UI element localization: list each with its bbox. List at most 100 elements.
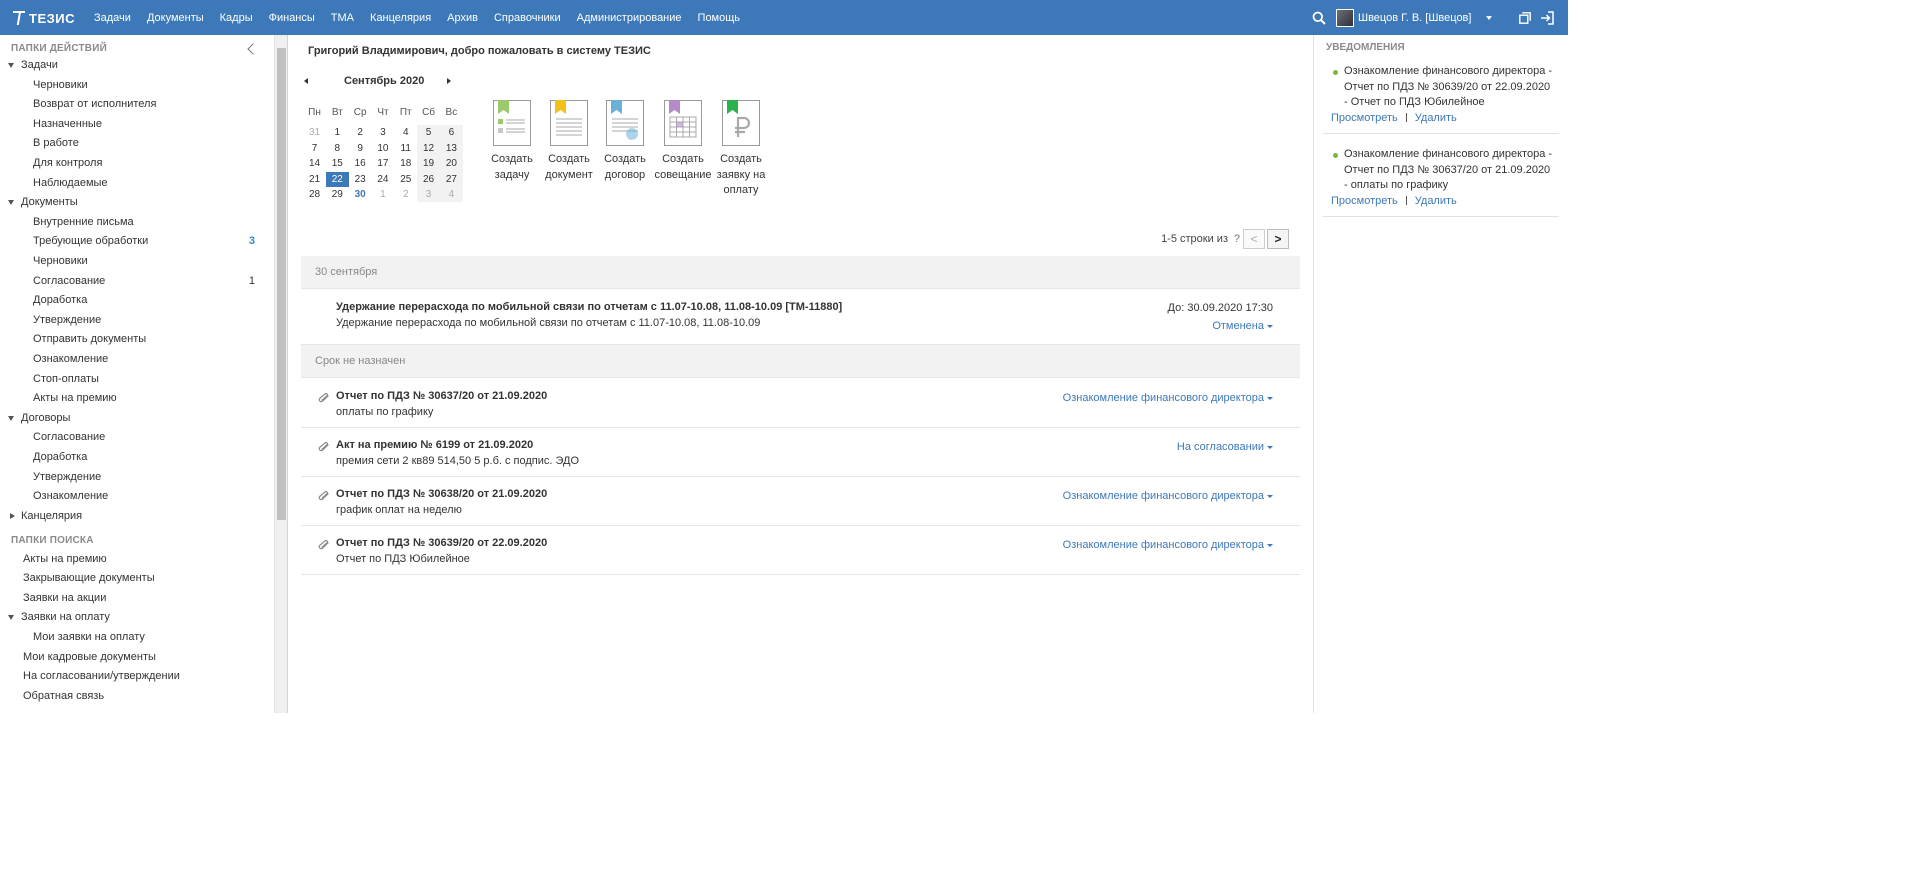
calendar-day[interactable]: 6 xyxy=(439,125,463,141)
folder-item[interactable]: Согласование xyxy=(0,428,262,448)
calendar-day[interactable]: 23 xyxy=(349,172,372,187)
task-title[interactable]: Отчет по ПДЗ № 30639/20 от 22.09.2020 xyxy=(336,537,547,549)
calendar-day[interactable]: 7 xyxy=(303,141,326,156)
folder-item[interactable]: Отправить документы xyxy=(0,330,262,350)
menu-item-7[interactable]: Архив xyxy=(439,0,486,35)
collapse-panel-chevron-left-icon[interactable] xyxy=(247,43,259,55)
folder-item[interactable]: Внутренние письма xyxy=(0,213,262,233)
menu-item-4[interactable]: Финансы xyxy=(261,0,323,35)
task-title[interactable]: Удержание перерасхода по мобильной связи… xyxy=(336,301,842,313)
folder-item[interactable]: Согласование 1 xyxy=(0,272,262,292)
calendar-day[interactable]: 15 xyxy=(326,156,349,171)
calendar-day[interactable]: 26 xyxy=(417,171,441,187)
calendar-day[interactable]: 19 xyxy=(417,156,441,172)
calendar-day[interactable]: 1 xyxy=(326,125,349,140)
folder-group[interactable]: Задачи xyxy=(0,56,262,76)
collapsed-triangle-icon[interactable] xyxy=(10,512,15,519)
menu-item-1[interactable]: Задачи xyxy=(94,0,139,35)
expanded-triangle-icon[interactable] xyxy=(8,200,14,206)
folder-item[interactable]: Ознакомление xyxy=(0,487,262,507)
calendar-day[interactable]: 3 xyxy=(371,125,394,140)
logout-icon[interactable] xyxy=(1540,11,1554,25)
create-action-3-button[interactable]: Создать договор xyxy=(596,100,654,183)
calendar-day[interactable]: 31 xyxy=(303,125,326,140)
pagination-help[interactable]: ? xyxy=(1234,233,1240,245)
notification-view-link[interactable]: Просмотреть xyxy=(1331,112,1398,124)
calendar-day[interactable]: 5 xyxy=(417,125,441,141)
folder-item[interactable]: Назначенные xyxy=(0,115,262,135)
task-title[interactable]: Отчет по ПДЗ № 30637/20 от 21.09.2020 xyxy=(336,390,547,402)
folder-group[interactable]: Заявки на акции xyxy=(0,589,262,609)
folder-item[interactable]: Стоп-оплаты xyxy=(0,370,262,390)
calendar-day[interactable]: 25 xyxy=(394,172,417,187)
create-action-2-button[interactable]: Создать документ xyxy=(540,100,598,183)
app-logo[interactable]: ТЕЗИС xyxy=(12,8,75,28)
pagination-prev-button[interactable]: < xyxy=(1243,229,1265,249)
left-panel-scrollbar[interactable] xyxy=(274,35,288,713)
folder-item[interactable]: Утверждение xyxy=(0,468,262,488)
task-status-dropdown[interactable]: На согласовании xyxy=(1177,441,1273,453)
user-name[interactable]: Швецов Г. В. [Швецов] xyxy=(1358,0,1471,36)
menu-item-8[interactable]: Справочники xyxy=(486,0,569,35)
folder-group[interactable]: Мои кадровые документы xyxy=(0,648,262,668)
pagination-next-button[interactable]: > xyxy=(1267,229,1289,249)
folder-item[interactable]: Возврат от исполнителя xyxy=(0,95,262,115)
folder-item[interactable]: Утверждение xyxy=(0,311,262,331)
calendar-day[interactable]: 27 xyxy=(439,171,463,187)
calendar-prev-month-icon[interactable] xyxy=(304,78,308,84)
folder-item[interactable]: Черновики xyxy=(0,252,262,272)
calendar-day[interactable]: 16 xyxy=(349,156,372,171)
calendar-day[interactable]: 21 xyxy=(303,172,326,187)
calendar-day[interactable]: 12 xyxy=(417,140,441,157)
calendar-day[interactable]: 11 xyxy=(394,141,417,156)
calendar-day[interactable]: 13 xyxy=(439,140,463,157)
menu-item-2[interactable]: Документы xyxy=(139,0,212,35)
notification-text[interactable]: Ознакомление финансового директора - Отч… xyxy=(1344,64,1556,111)
calendar-day[interactable]: 14 xyxy=(303,156,326,171)
calendar-day[interactable]: 2 xyxy=(394,187,417,202)
task-status-dropdown[interactable]: Ознакомление финансового директора xyxy=(1063,392,1273,404)
task-row[interactable]: Отчет по ПДЗ № 30637/20 от 21.09.2020 опл… xyxy=(301,379,1300,428)
task-title[interactable]: Отчет по ПДЗ № 30638/20 от 21.09.2020 xyxy=(336,488,547,500)
task-row[interactable]: Акт на премию № 6199 от 21.09.2020 премия… xyxy=(301,428,1300,477)
folder-item[interactable]: Черновики xyxy=(0,76,262,96)
new-window-icon[interactable] xyxy=(1519,12,1531,24)
notification-delete-link[interactable]: Удалить xyxy=(1415,112,1457,124)
calendar-day[interactable]: 3 xyxy=(417,186,441,203)
calendar-day[interactable]: 17 xyxy=(371,156,394,171)
calendar-day[interactable]: 9 xyxy=(349,141,372,156)
scrollbar-thumb[interactable] xyxy=(277,48,286,520)
notification-view-link[interactable]: Просмотреть xyxy=(1331,195,1398,207)
folder-item[interactable]: Наблюдаемые xyxy=(0,174,262,194)
calendar-day[interactable]: 30 xyxy=(349,187,372,202)
task-row[interactable]: Удержание перерасхода по мобильной связи… xyxy=(301,290,1300,345)
expanded-triangle-icon[interactable] xyxy=(8,615,14,621)
calendar-day[interactable]: 22 xyxy=(325,171,349,187)
calendar-day[interactable]: 29 xyxy=(326,187,349,202)
search-icon[interactable] xyxy=(1312,11,1326,25)
calendar-day[interactable]: 18 xyxy=(394,156,417,171)
user-avatar[interactable] xyxy=(1336,9,1354,27)
folder-group[interactable]: Закрывающие документы xyxy=(0,569,262,589)
menu-item-3[interactable]: Кадры xyxy=(212,0,261,35)
folder-item[interactable]: Мои заявки на оплату xyxy=(0,628,262,648)
folder-group[interactable]: Договоры xyxy=(0,409,262,429)
calendar-day[interactable]: 10 xyxy=(371,141,394,156)
user-menu-chevron-down-icon[interactable] xyxy=(1486,16,1492,20)
menu-item-5[interactable]: ТМА xyxy=(323,0,362,35)
folder-item[interactable]: В работе xyxy=(0,134,262,154)
calendar-next-month-icon[interactable] xyxy=(447,78,451,84)
task-status-dropdown[interactable]: Ознакомление финансового директора xyxy=(1063,539,1273,551)
task-status-dropdown[interactable]: Ознакомление финансового директора xyxy=(1063,490,1273,502)
calendar-day[interactable]: 24 xyxy=(371,172,394,187)
expanded-triangle-icon[interactable] xyxy=(8,415,14,421)
calendar-day[interactable]: 8 xyxy=(326,141,349,156)
folder-group[interactable]: Документы xyxy=(0,193,262,213)
calendar-day[interactable]: 1 xyxy=(371,187,394,202)
folder-group[interactable]: Акты на премию xyxy=(0,550,262,570)
folder-item[interactable]: Требующие обработки 3 xyxy=(0,232,262,252)
folder-group[interactable]: Канцелярия xyxy=(0,507,262,527)
create-action-1-button[interactable]: Создать задачу xyxy=(483,100,541,183)
calendar-day[interactable]: 2 xyxy=(349,125,372,140)
calendar-day[interactable]: 4 xyxy=(394,125,417,140)
